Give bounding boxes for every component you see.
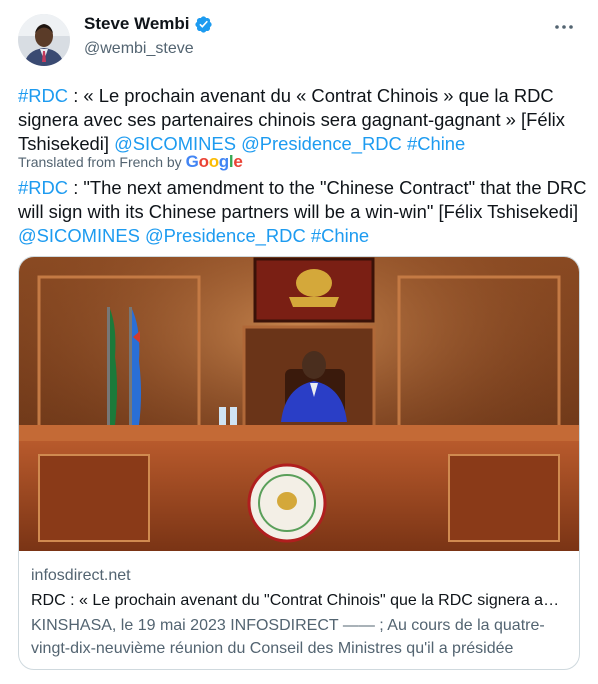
tweet: Steve Wembi @wembi_steve #RDC : « Le pro…	[0, 0, 598, 684]
mention-link[interactable]: @Presidence_RDC	[241, 133, 402, 154]
translation-attribution: Translated from French by Google	[18, 152, 243, 172]
card-domain: infosdirect.net	[31, 567, 131, 584]
link-preview-card[interactable]: infosdirect.net RDC : « Le prochain aven…	[18, 256, 580, 670]
author-handle[interactable]: @wembi_steve	[84, 40, 194, 58]
mention-link[interactable]: @SICOMINES	[18, 225, 140, 246]
hashtag-link[interactable]: #Chine	[311, 225, 369, 246]
card-title: RDC : « Le prochain avenant du "Contrat …	[31, 592, 567, 609]
hashtag-link[interactable]: #RDC	[18, 85, 68, 106]
tweet-original-text: #RDC : « Le prochain avenant du « Contra…	[18, 84, 588, 156]
author-display-name[interactable]: Steve Wembi	[84, 14, 190, 34]
mention-link[interactable]: @SICOMINES	[114, 133, 236, 154]
tweet-translated-text: #RDC : "The next amendment to the "Chine…	[18, 176, 588, 248]
card-description: KINSHASA, le 19 mai 2023 INFOSDIRECT —— …	[31, 617, 545, 657]
hashtag-link[interactable]: #RDC	[18, 177, 68, 198]
tweet-text-body: : "The next amendment to the "Chinese Co…	[18, 177, 587, 222]
author-name-row: Steve Wembi	[84, 14, 213, 34]
card-meta: infosdirect.net RDC : « Le prochain aven…	[31, 565, 567, 660]
card-image[interactable]	[19, 257, 579, 551]
more-options-icon[interactable]	[552, 18, 576, 36]
author-avatar[interactable]	[18, 14, 70, 66]
google-logo: Google	[185, 152, 243, 171]
mention-link[interactable]: @Presidence_RDC	[145, 225, 306, 246]
translation-label: Translated from French by	[18, 154, 182, 170]
hashtag-link[interactable]: #Chine	[407, 133, 465, 154]
verified-badge-icon[interactable]	[194, 15, 213, 34]
